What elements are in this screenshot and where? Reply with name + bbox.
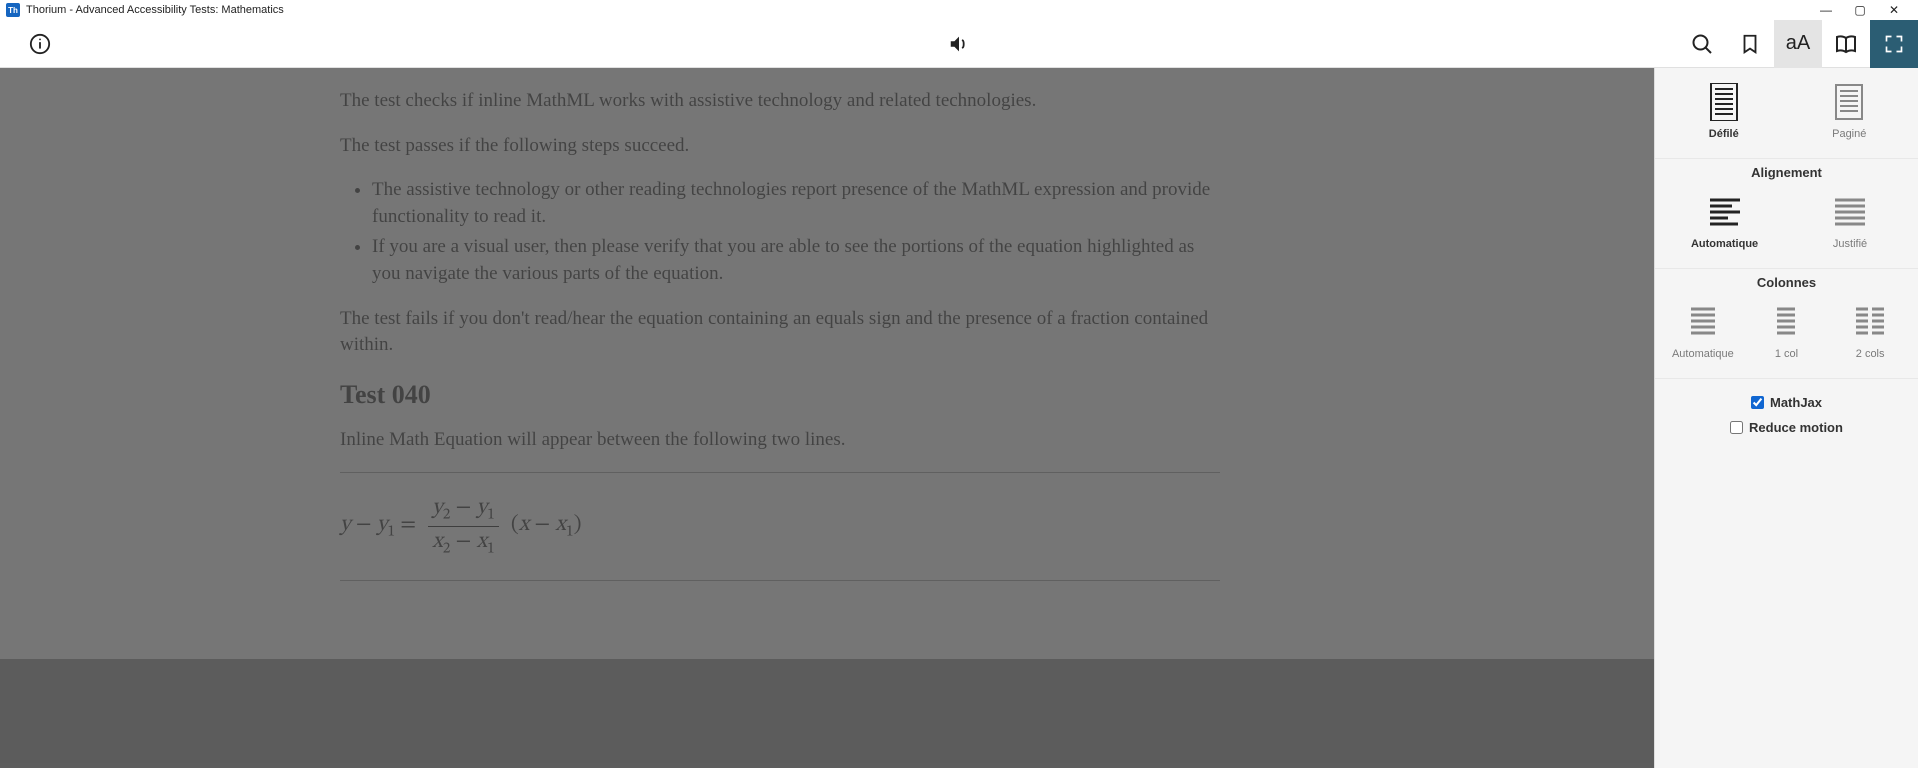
list-item: If you are a visual user, then please ve… — [372, 234, 1220, 287]
cols-one-option[interactable]: 1 col — [1754, 302, 1818, 360]
align-left-icon — [1705, 192, 1745, 232]
steps-list: The assistive technology or other readin… — [340, 177, 1220, 287]
reader-viewport: The test checks if inline MathML works w… — [0, 68, 1654, 768]
align-auto-label: Automatique — [1691, 238, 1758, 250]
search-icon — [1690, 32, 1714, 56]
cols-two-option[interactable]: 2 cols — [1838, 302, 1902, 360]
reduce-motion-checkbox[interactable] — [1730, 421, 1743, 434]
cols-two-icon — [1850, 302, 1890, 342]
columns-title: Colonnes — [1665, 275, 1908, 290]
reduce-motion-label: Reduce motion — [1749, 420, 1843, 435]
fullscreen-icon — [1884, 34, 1904, 54]
mathjax-label: MathJax — [1770, 395, 1822, 410]
alignment-title: Alignement — [1665, 165, 1908, 180]
aa-icon: aA — [1786, 32, 1810, 55]
align-justify-icon — [1830, 192, 1870, 232]
layout-group: Défilé Paginé — [1655, 72, 1918, 159]
info-button[interactable] — [16, 20, 64, 68]
mathjax-toggle[interactable]: MathJax — [1751, 395, 1822, 410]
app-icon: Th — [6, 3, 20, 17]
page-content: The test checks if inline MathML works w… — [340, 74, 1220, 619]
mathjax-checkbox[interactable] — [1751, 396, 1764, 409]
cols-auto-icon — [1683, 302, 1723, 342]
math-equation: y − y1 = y2 − y1 x2 − x1 (x − x1) — [340, 487, 1220, 566]
intro-text: The test checks if inline MathML works w… — [340, 88, 1220, 115]
search-button[interactable] — [1678, 20, 1726, 68]
columns-group: Colonnes Automatique 1 col — [1655, 269, 1918, 379]
alignment-group: Alignement Automatique Justifié — [1655, 159, 1918, 269]
window-controls: — ▢ ✕ — [1816, 3, 1912, 17]
cols-auto-label: Automatique — [1672, 348, 1734, 360]
main-area: The test checks if inline MathML works w… — [0, 68, 1918, 768]
align-auto-option[interactable]: Automatique — [1691, 192, 1758, 250]
book-open-icon — [1834, 32, 1858, 56]
cols-one-icon — [1766, 302, 1806, 342]
text-settings-button[interactable]: aA — [1774, 20, 1822, 68]
settings-sidebar: Défilé Paginé Alignement Automatique — [1654, 68, 1918, 768]
test-heading: Test 040 — [340, 377, 1220, 413]
minimize-button[interactable]: — — [1816, 3, 1836, 17]
info-icon — [29, 33, 51, 55]
bookmark-icon — [1739, 33, 1761, 55]
equation-bottom-rule — [340, 580, 1220, 581]
audio-button[interactable] — [935, 20, 983, 68]
inline-msg: Inline Math Equation will appear between… — [340, 427, 1220, 454]
align-justify-option[interactable]: Justifié — [1818, 192, 1882, 250]
bookmark-button[interactable] — [1726, 20, 1774, 68]
speaker-icon — [948, 33, 970, 55]
toc-button[interactable] — [1822, 20, 1870, 68]
maximize-button[interactable]: ▢ — [1850, 3, 1870, 17]
cols-one-label: 1 col — [1775, 348, 1798, 360]
top-toolbar: aA — [0, 20, 1918, 68]
window-title: Thorium - Advanced Accessibility Tests: … — [26, 4, 284, 16]
layout-paginate-label: Paginé — [1832, 128, 1866, 140]
fullscreen-button[interactable] — [1870, 20, 1918, 68]
align-justify-label: Justifié — [1833, 238, 1867, 250]
layout-scroll-option[interactable]: Défilé — [1692, 82, 1756, 140]
close-button[interactable]: ✕ — [1884, 3, 1904, 17]
cols-auto-option[interactable]: Automatique — [1671, 302, 1735, 360]
equation-top-rule — [340, 472, 1220, 473]
checkbox-group: MathJax Reduce motion — [1655, 379, 1918, 441]
cols-two-label: 2 cols — [1856, 348, 1885, 360]
passes-intro: The test passes if the following steps s… — [340, 133, 1220, 160]
reduce-motion-toggle[interactable]: Reduce motion — [1730, 420, 1843, 435]
layout-scroll-label: Défilé — [1709, 128, 1739, 140]
window-titlebar: Th Thorium - Advanced Accessibility Test… — [0, 0, 1918, 20]
list-item: The assistive technology or other readin… — [372, 177, 1220, 230]
paginate-layout-icon — [1829, 82, 1869, 122]
fails-text: The test fails if you don't read/hear th… — [340, 306, 1220, 359]
layout-paginate-option[interactable]: Paginé — [1817, 82, 1881, 140]
scroll-layout-icon — [1704, 82, 1744, 122]
